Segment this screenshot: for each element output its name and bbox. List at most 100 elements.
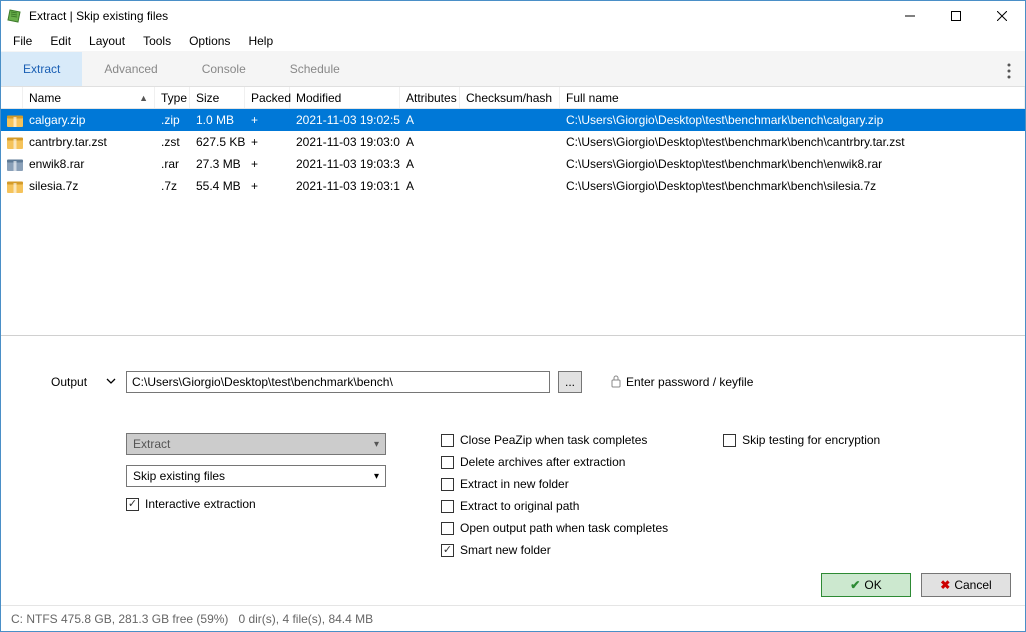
- extract-original-path-checkbox[interactable]: Extract to original path: [441, 499, 668, 513]
- cell-modified: 2021-11-03 19:02:54: [290, 109, 400, 131]
- cell-type: .rar: [155, 153, 190, 175]
- maximize-button[interactable]: [933, 1, 979, 31]
- checkbox-icon: [441, 478, 454, 491]
- col-attributes[interactable]: Attributes: [400, 87, 460, 108]
- output-path-input[interactable]: [126, 371, 550, 393]
- minimize-button[interactable]: [887, 1, 933, 31]
- cell-hash: [460, 153, 560, 175]
- menu-layout[interactable]: Layout: [81, 32, 133, 50]
- tab-schedule[interactable]: Schedule: [268, 52, 362, 86]
- file-icon: [1, 175, 23, 197]
- chevron-down-icon: ▾: [374, 471, 379, 482]
- titlebar: Extract | Skip existing files: [1, 1, 1025, 31]
- cell-hash: [460, 109, 560, 131]
- col-modified[interactable]: Modified: [290, 87, 400, 108]
- statusbar: C: NTFS 475.8 GB, 281.3 GB free (59%) 0 …: [1, 605, 1025, 631]
- cell-name: silesia.7z: [23, 175, 155, 197]
- cell-size: 1.0 MB: [190, 109, 245, 131]
- cell-fullname: C:\Users\Giorgio\Desktop\test\benchmark\…: [560, 175, 1025, 197]
- col-type[interactable]: Type: [155, 87, 190, 108]
- tab-console[interactable]: Console: [180, 52, 268, 86]
- overwrite-mode-combo[interactable]: Skip existing files▾: [126, 465, 386, 487]
- menu-options[interactable]: Options: [181, 32, 238, 50]
- col-checksum[interactable]: Checksum/hash: [460, 87, 560, 108]
- col-fullname[interactable]: Full name: [560, 87, 1025, 108]
- cell-size: 27.3 MB: [190, 153, 245, 175]
- cell-fullname: C:\Users\Giorgio\Desktop\test\benchmark\…: [560, 131, 1025, 153]
- tab-advanced[interactable]: Advanced: [82, 52, 179, 86]
- window-title: Extract | Skip existing files: [29, 9, 887, 23]
- col-packed[interactable]: Packed: [245, 87, 290, 108]
- cell-name: enwik8.rar: [23, 153, 155, 175]
- password-link[interactable]: Enter password / keyfile: [610, 374, 753, 391]
- tab-menu-button[interactable]: [1003, 59, 1015, 86]
- browse-button[interactable]: ...: [558, 371, 582, 393]
- password-link-label: Enter password / keyfile: [626, 375, 753, 389]
- checkbox-icon: [441, 456, 454, 469]
- col-size[interactable]: Size: [190, 87, 245, 108]
- table-row[interactable]: silesia.7z .7z 55.4 MB + 2021-11-03 19:0…: [1, 175, 1025, 197]
- file-icon: [1, 131, 23, 153]
- sort-asc-icon: ▲: [139, 93, 148, 103]
- window-controls: [887, 1, 1025, 31]
- cell-size: 55.4 MB: [190, 175, 245, 197]
- cell-name: cantrbry.tar.zst: [23, 131, 155, 153]
- cell-fullname: C:\Users\Giorgio\Desktop\test\benchmark\…: [560, 153, 1025, 175]
- table-row[interactable]: calgary.zip .zip 1.0 MB + 2021-11-03 19:…: [1, 109, 1025, 131]
- close-peazip-checkbox[interactable]: Close PeaZip when task completes: [441, 433, 668, 447]
- smart-new-folder-checkbox[interactable]: Smart new folder: [441, 543, 668, 557]
- cell-hash: [460, 131, 560, 153]
- open-output-checkbox[interactable]: Open output path when task completes: [441, 521, 668, 535]
- cell-attr: A: [400, 175, 460, 197]
- close-button[interactable]: [979, 1, 1025, 31]
- checkbox-icon: [441, 522, 454, 535]
- interactive-extraction-checkbox[interactable]: Interactive extraction: [126, 497, 386, 511]
- dialog-buttons: ✔OK ✖Cancel: [821, 573, 1011, 597]
- cell-packed: +: [245, 109, 290, 131]
- lock-icon: [610, 374, 622, 391]
- skip-testing-checkbox[interactable]: Skip testing for encryption: [723, 433, 880, 447]
- options-grid: Extract▾ Skip existing files▾ Interactiv…: [126, 433, 1015, 557]
- cell-packed: +: [245, 131, 290, 153]
- cell-modified: 2021-11-03 19:03:34: [290, 153, 400, 175]
- table-row[interactable]: enwik8.rar .rar 27.3 MB + 2021-11-03 19:…: [1, 153, 1025, 175]
- action-combo[interactable]: Extract▾: [126, 433, 386, 455]
- cell-modified: 2021-11-03 19:03:02: [290, 131, 400, 153]
- cell-type: .zst: [155, 131, 190, 153]
- cell-fullname: C:\Users\Giorgio\Desktop\test\benchmark\…: [560, 109, 1025, 131]
- output-label: Output: [51, 375, 96, 389]
- checkbox-icon: [126, 498, 139, 511]
- file-icon: [1, 153, 23, 175]
- cell-attr: A: [400, 109, 460, 131]
- tabbar: Extract Advanced Console Schedule: [1, 51, 1025, 87]
- ok-button[interactable]: ✔OK: [821, 573, 911, 597]
- menu-tools[interactable]: Tools: [135, 32, 179, 50]
- extract-new-folder-checkbox[interactable]: Extract in new folder: [441, 477, 668, 491]
- cell-attr: A: [400, 131, 460, 153]
- chevron-down-icon: ▾: [374, 439, 379, 450]
- check-icon: ✔: [850, 578, 860, 592]
- status-items: 0 dir(s), 4 file(s), 84.4 MB: [238, 612, 373, 626]
- table-row[interactable]: cantrbry.tar.zst .zst 627.5 KB + 2021-11…: [1, 131, 1025, 153]
- cell-name: calgary.zip: [23, 109, 155, 131]
- menu-edit[interactable]: Edit: [42, 32, 79, 50]
- cell-modified: 2021-11-03 19:03:18: [290, 175, 400, 197]
- menu-help[interactable]: Help: [240, 32, 281, 50]
- extract-options-panel: Output ... Enter password / keyfile Extr…: [1, 335, 1025, 605]
- col-name[interactable]: Name▲: [23, 87, 155, 108]
- output-row: Output ... Enter password / keyfile: [51, 371, 1015, 393]
- output-dropdown-icon[interactable]: [104, 373, 118, 391]
- cell-hash: [460, 175, 560, 197]
- x-icon: ✖: [940, 578, 950, 592]
- menubar: File Edit Layout Tools Options Help: [1, 31, 1025, 51]
- cancel-button[interactable]: ✖Cancel: [921, 573, 1011, 597]
- menu-file[interactable]: File: [5, 32, 40, 50]
- col-icon[interactable]: [1, 87, 23, 108]
- tab-extract[interactable]: Extract: [1, 52, 82, 86]
- status-disk: C: NTFS 475.8 GB, 281.3 GB free (59%): [11, 612, 228, 626]
- cell-packed: +: [245, 153, 290, 175]
- checkbox-icon: [441, 544, 454, 557]
- delete-archives-checkbox[interactable]: Delete archives after extraction: [441, 455, 668, 469]
- app-icon: [7, 8, 23, 24]
- list-header: Name▲ Type Size Packed Modified Attribut…: [1, 87, 1025, 109]
